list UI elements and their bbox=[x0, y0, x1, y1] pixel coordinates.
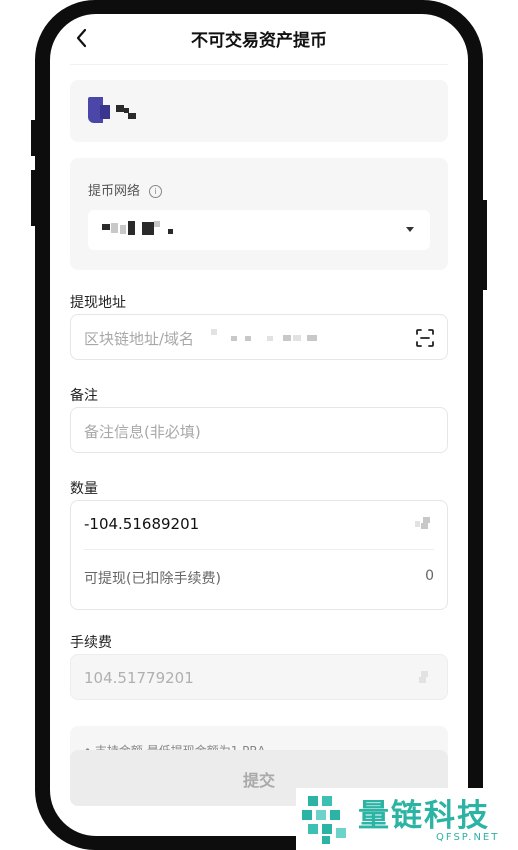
watermark: 量链科技 QFSP.NET bbox=[296, 788, 518, 850]
submit-label: 提交 bbox=[242, 771, 275, 790]
phone-side-button-left bbox=[31, 120, 37, 156]
amount-box: -104.51689201 可提现(已扣除手续费) 0 bbox=[70, 500, 448, 610]
coin-card[interactable] bbox=[70, 80, 448, 142]
fee-label: 手续费 bbox=[70, 635, 112, 651]
address-label: 提现地址 bbox=[70, 295, 126, 311]
header-divider bbox=[70, 64, 448, 65]
dropdown-caret-icon bbox=[406, 227, 414, 232]
watermark-brand: 量链科技 bbox=[358, 798, 490, 834]
memo-placeholder: 备注信息(非必填) bbox=[84, 423, 201, 441]
memo-label: 备注 bbox=[70, 388, 98, 404]
network-label: 提币网络 i bbox=[88, 180, 163, 199]
address-input[interactable]: 区块链地址/域名 bbox=[70, 314, 448, 360]
phone-side-button-right bbox=[481, 200, 487, 290]
network-value-pixelated bbox=[102, 221, 212, 239]
watermark-logo-icon bbox=[302, 794, 350, 844]
amount-input[interactable]: -104.51689201 bbox=[71, 501, 447, 549]
address-placeholder: 区块链地址/域名 bbox=[84, 330, 195, 348]
watermark-domain: QFSP.NET bbox=[436, 832, 500, 843]
address-placeholder-pixelated bbox=[211, 329, 331, 343]
amount-divider bbox=[84, 549, 434, 550]
fee-value: 104.51779201 bbox=[84, 669, 194, 687]
app-screen: 不可交易资产提币 提币网络 i 提现地址 区块链地址/域名 备注 备注信息(非必… bbox=[50, 14, 468, 836]
fee-field: 104.51779201 bbox=[70, 654, 448, 700]
memo-input[interactable]: 备注信息(非必填) bbox=[70, 407, 448, 453]
scan-icon[interactable] bbox=[415, 328, 435, 348]
amount-label: 数量 bbox=[70, 481, 98, 497]
top-bar: 不可交易资产提币 bbox=[50, 14, 468, 62]
page-title: 不可交易资产提币 bbox=[191, 31, 327, 51]
fee-unit-pixelated bbox=[415, 671, 435, 685]
amount-value: -104.51689201 bbox=[84, 515, 200, 533]
available-label: 可提现(已扣除手续费) bbox=[84, 571, 221, 587]
amount-unit-pixelated bbox=[415, 517, 435, 531]
coin-name-pixelated bbox=[116, 105, 146, 121]
available-value: 0 bbox=[425, 568, 434, 584]
phone-side-button-left-2 bbox=[31, 170, 37, 226]
coin-logo bbox=[88, 97, 110, 123]
network-select[interactable] bbox=[88, 210, 430, 250]
info-icon[interactable]: i bbox=[149, 185, 163, 198]
network-card: 提币网络 i bbox=[70, 158, 448, 270]
